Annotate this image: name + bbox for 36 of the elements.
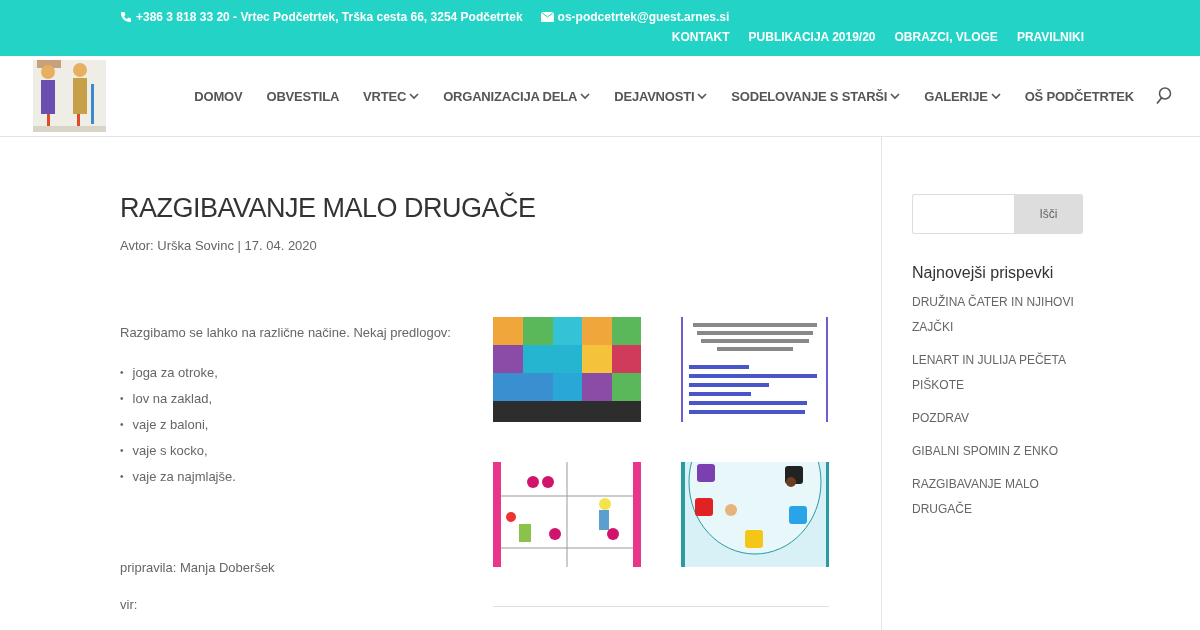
- sidebar-heading: Najnovejši prispevki: [912, 264, 1055, 282]
- phone-icon: [120, 11, 132, 23]
- list-item: vaje za najmlajše.: [132, 468, 236, 486]
- intro-text: Razgibamo se lahko na različne načine. Nekaj predlogov:: [120, 325, 452, 340]
- list-item: lov na zaklad,: [132, 390, 212, 408]
- recent-post-link[interactable]: RAZGIBAVANJE MALO DRUGAČE: [912, 472, 1083, 522]
- recent-post-link[interactable]: GIBALNI SPOMIN Z ENKO: [912, 439, 1083, 464]
- nav-item[interactable]: SODELOVANJE S STARŠI: [731, 88, 901, 104]
- mail-icon: [540, 12, 554, 22]
- source-label: vir:: [120, 597, 139, 612]
- nav-item[interactable]: DEJAVNOSTI: [614, 88, 708, 104]
- bullet: •: [120, 444, 124, 458]
- bullet: •: [120, 366, 124, 380]
- bullet: •: [120, 470, 124, 484]
- search-button[interactable]: Išči: [1014, 194, 1083, 234]
- nav-item[interactable]: OŠ PODČETRTEK: [1024, 88, 1134, 104]
- bullet: •: [120, 392, 124, 406]
- recent-post-link[interactable]: LENART IN JULIJA PEČETA PIŠKOTE: [912, 348, 1083, 398]
- post-meta: Avtor: Urška Sovinc | 17. 04. 2020: [120, 238, 318, 253]
- bullet: •: [120, 418, 124, 432]
- recent-post-link[interactable]: DRUŽINA ČATER IN NJIHOVI ZAJČKI: [912, 290, 1083, 340]
- nav-item[interactable]: OBVESTILA: [266, 88, 340, 104]
- author-text: pripravila: Manja Doberšek: [120, 560, 276, 575]
- post-title: RAZGIBAVANJE MALO DRUGAČE: [120, 193, 537, 224]
- nav-item[interactable]: ORGANIZACIJA DELA: [443, 88, 591, 104]
- contact-email: os-podcetrtek@guest.arnes.si: [540, 10, 730, 24]
- nav-item[interactable]: GALERIJE: [924, 88, 1001, 104]
- recent-post-link[interactable]: POZDRAV: [912, 406, 1083, 431]
- list-item: vaje z baloni,: [132, 416, 209, 434]
- list-item: vaje s kocko,: [132, 442, 208, 460]
- contact-phone: +386 3 818 33 20 - Vrtec Podčetrtek, Trška cesta 66, 3254 Podčetrtek: [120, 10, 523, 24]
- search-field[interactable]: [912, 194, 1014, 234]
- search-icon[interactable]: [1156, 87, 1172, 105]
- nav-item[interactable]: DOMOV: [194, 88, 243, 104]
- nav-item[interactable]: VRTEC: [363, 88, 420, 104]
- list-item: joga za otroke,: [132, 364, 218, 382]
